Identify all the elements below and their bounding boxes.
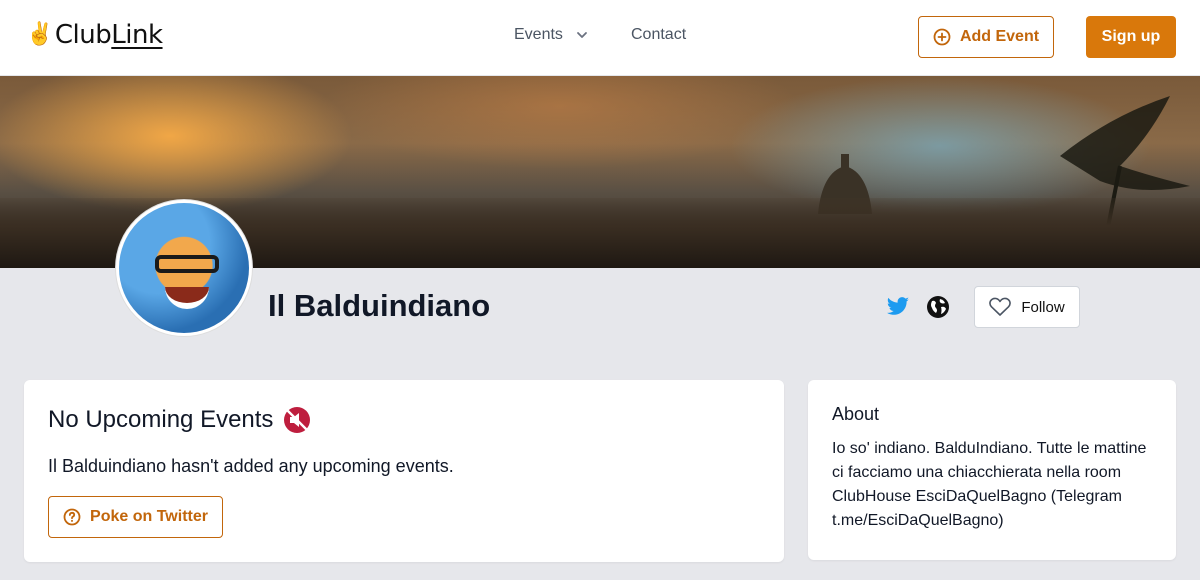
nav-events-label: Events [514, 26, 563, 43]
avatar-glasses [155, 255, 219, 273]
nav-events[interactable]: Events [514, 26, 589, 44]
profile-name: Il Balduindiano [268, 288, 491, 323]
logo-text-club: Club [54, 20, 112, 50]
follow-label: Follow [1021, 298, 1065, 316]
poke-on-twitter-label: Poke on Twitter [90, 508, 208, 525]
add-event-button[interactable]: Add Event [918, 16, 1054, 58]
add-event-label: Add Event [959, 28, 1040, 45]
upcoming-events-description: Il Balduindiano hasn't added any upcomin… [48, 456, 454, 476]
question-circle-icon [63, 508, 81, 526]
poke-on-twitter-button[interactable]: Poke on Twitter [48, 496, 223, 538]
nav-contact-label: Contact [631, 26, 687, 43]
logo-text-link: Link [111, 20, 163, 50]
about-text: Io so' indiano. BalduIndiano. Tutte le m… [832, 440, 1147, 529]
chevron-down-icon [577, 32, 587, 38]
about-card: About Io so' indiano. BalduIndiano. Tutt… [808, 380, 1176, 560]
follow-button[interactable]: Follow [974, 286, 1080, 328]
logo[interactable]: ✌️ Club Link [26, 20, 163, 50]
globe-icon[interactable] [926, 295, 950, 319]
nav-contact[interactable]: Contact [631, 26, 686, 44]
muted-speaker-icon [284, 407, 311, 433]
victory-hand-icon: ✌️ [26, 22, 53, 47]
upcoming-events-title: No Upcoming Events [48, 406, 311, 434]
plus-circle-icon [933, 28, 951, 46]
about-title: About [832, 404, 880, 424]
sign-up-button[interactable]: Sign up [1086, 16, 1176, 58]
site-header: ✌️ Club Link Events Contact Add Event Sig… [0, 0, 1200, 76]
twitter-icon[interactable] [886, 296, 910, 318]
upcoming-events-title-text: No Upcoming Events [48, 406, 274, 433]
heart-icon [989, 297, 1012, 316]
sign-up-label: Sign up [1101, 28, 1161, 45]
upcoming-events-card: No Upcoming Events Il Balduindiano hasn'… [24, 380, 784, 562]
avatar [116, 200, 252, 336]
